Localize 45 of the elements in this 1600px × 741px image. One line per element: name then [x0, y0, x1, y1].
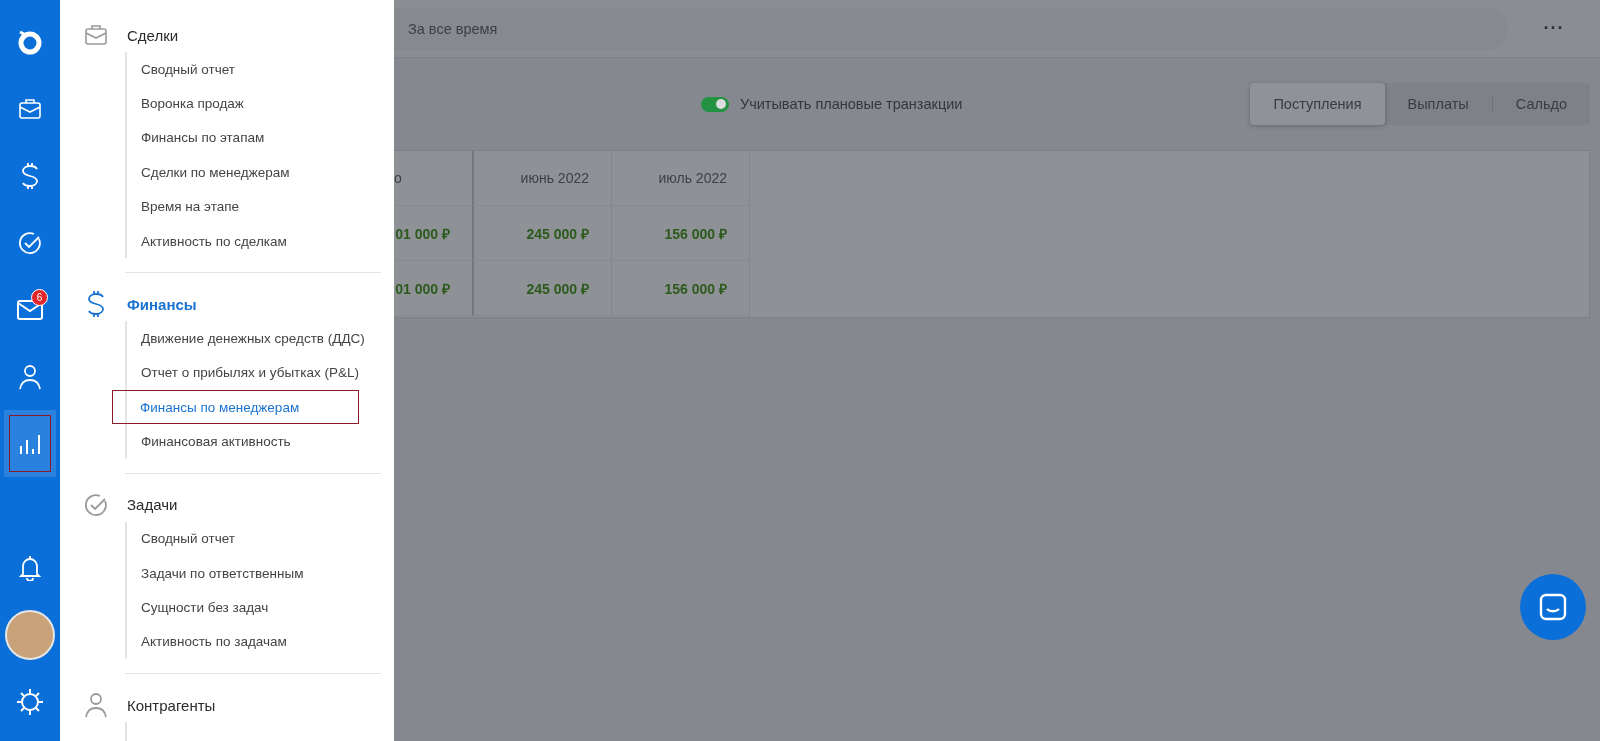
- table-cell: 01 000 ₽: [394, 261, 474, 316]
- menu-item[interactable]: Сделки по менеджерам: [127, 155, 381, 190]
- menu-item[interactable]: Сводный отчет: [127, 521, 381, 556]
- table-cell: 01 000 ₽: [394, 206, 474, 261]
- user-icon: [84, 692, 108, 719]
- section-title[interactable]: Задачи: [127, 496, 178, 513]
- rail-item[interactable]: 6: [4, 276, 56, 343]
- check-circle-icon: [84, 492, 108, 517]
- rail-item[interactable]: [4, 410, 56, 477]
- section-title[interactable]: Контрагенты: [127, 696, 216, 714]
- table-cell: 245 000 ₽: [474, 206, 612, 261]
- menu-item[interactable]: Финансы по менеджерам: [113, 391, 358, 424]
- table-cell: 245 000 ₽: [474, 261, 612, 316]
- avatar[interactable]: [5, 609, 55, 660]
- user-icon: [18, 363, 42, 390]
- chat-icon: [1538, 592, 1568, 622]
- table-cell: 156 000 ₽: [612, 261, 750, 316]
- column-header: июль 2022: [612, 151, 750, 206]
- section-title[interactable]: Сделки: [127, 26, 179, 44]
- section-title[interactable]: Финансы: [127, 295, 197, 313]
- more-menu-button[interactable]: ···: [1508, 18, 1600, 39]
- menu-item[interactable]: Воронка продаж: [127, 86, 381, 121]
- menu-item[interactable]: Сущности без задач: [127, 590, 381, 625]
- bell-icon: [18, 554, 42, 581]
- unread-badge: 6: [31, 289, 48, 306]
- menu-item[interactable]: Активность по задачам: [127, 624, 381, 660]
- column-header: о: [394, 151, 474, 206]
- menu-item[interactable]: Движение денежных средств (ДДС): [127, 321, 381, 356]
- toggle-switch[interactable]: [700, 96, 729, 112]
- settings-icon: [16, 687, 44, 716]
- menu-item[interactable]: Финансовая активность: [127, 424, 381, 459]
- column-header: июнь 2022: [474, 151, 612, 206]
- logo-icon: [17, 28, 43, 55]
- toggle-label: Учитывать плановые транзакции: [739, 96, 963, 112]
- check-circle-icon: [18, 230, 42, 255]
- menu-item[interactable]: Сводный отчет: [127, 52, 381, 87]
- menu-item[interactable]: Задачи по ответственным: [127, 555, 381, 591]
- menu-item[interactable]: Финансы по этапам: [127, 120, 381, 156]
- tab[interactable]: Поступления: [1250, 83, 1385, 125]
- menu-item[interactable]: Время на этапе: [127, 189, 381, 224]
- menu-item[interactable]: Активность по сделкам: [127, 223, 381, 259]
- table-cell: 156 000 ₽: [612, 206, 750, 261]
- briefcase-icon: [84, 23, 108, 47]
- menu-item[interactable]: Отчет о прибылях и убытках (P&L): [127, 355, 381, 391]
- briefcase-icon: [18, 96, 42, 121]
